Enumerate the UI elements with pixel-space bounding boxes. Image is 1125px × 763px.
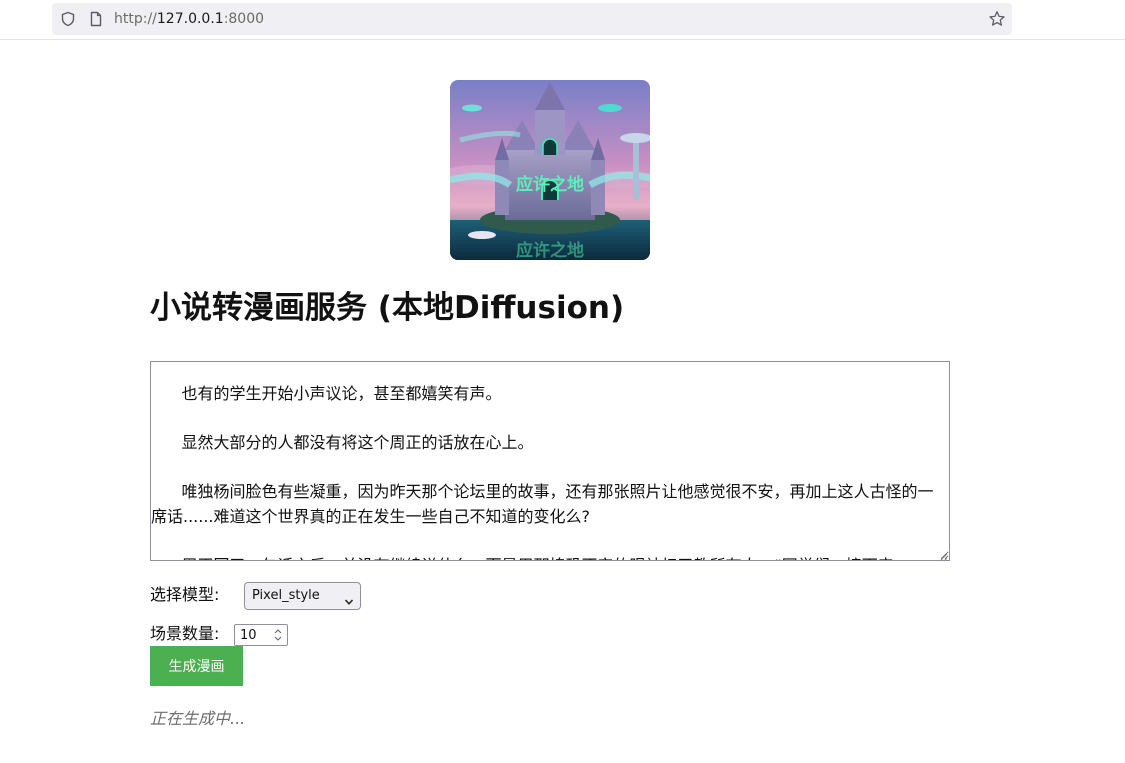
page-title: 小说转漫画服务 (本地Diffusion) xyxy=(150,290,625,326)
scene-count-label: 场景数量: xyxy=(150,624,220,643)
logo-text-reflection: 应许之地 xyxy=(516,240,584,260)
model-label: 选择模型: xyxy=(150,585,220,604)
scene-count-value: 10 xyxy=(240,628,257,643)
url-port: :8000 xyxy=(223,11,265,27)
page-icon xyxy=(88,11,104,27)
model-select[interactable]: Pixel_style xyxy=(244,582,361,610)
browser-toolbar: http://127.0.0.1:8000 xyxy=(0,0,1125,40)
url-text[interactable]: http://127.0.0.1:8000 xyxy=(114,10,264,28)
logo-text: 应许之地 xyxy=(516,174,584,195)
address-bar[interactable]: http://127.0.0.1:8000 xyxy=(52,3,1012,35)
url-host: 127.0.0.1 xyxy=(156,11,224,27)
generate-comic-button[interactable]: 生成漫画 xyxy=(150,646,243,686)
star-icon[interactable] xyxy=(988,10,1006,28)
shield-icon[interactable] xyxy=(60,11,76,27)
novel-text-input[interactable]: 也有的学生开始小声议论，甚至都嬉笑有声。 显然大部分的人都没有将这个周正的话放在… xyxy=(150,361,950,561)
spinner-arrows-icon[interactable] xyxy=(272,627,284,643)
promised-land-logo: 应许之地 应许之地 xyxy=(450,80,650,260)
scene-count-input[interactable]: 10 xyxy=(234,624,288,646)
generation-status: 正在生成中... xyxy=(150,709,246,728)
model-select-value: Pixel_style xyxy=(252,588,320,603)
chevron-down-icon xyxy=(344,591,354,605)
url-scheme: http:// xyxy=(114,11,157,27)
